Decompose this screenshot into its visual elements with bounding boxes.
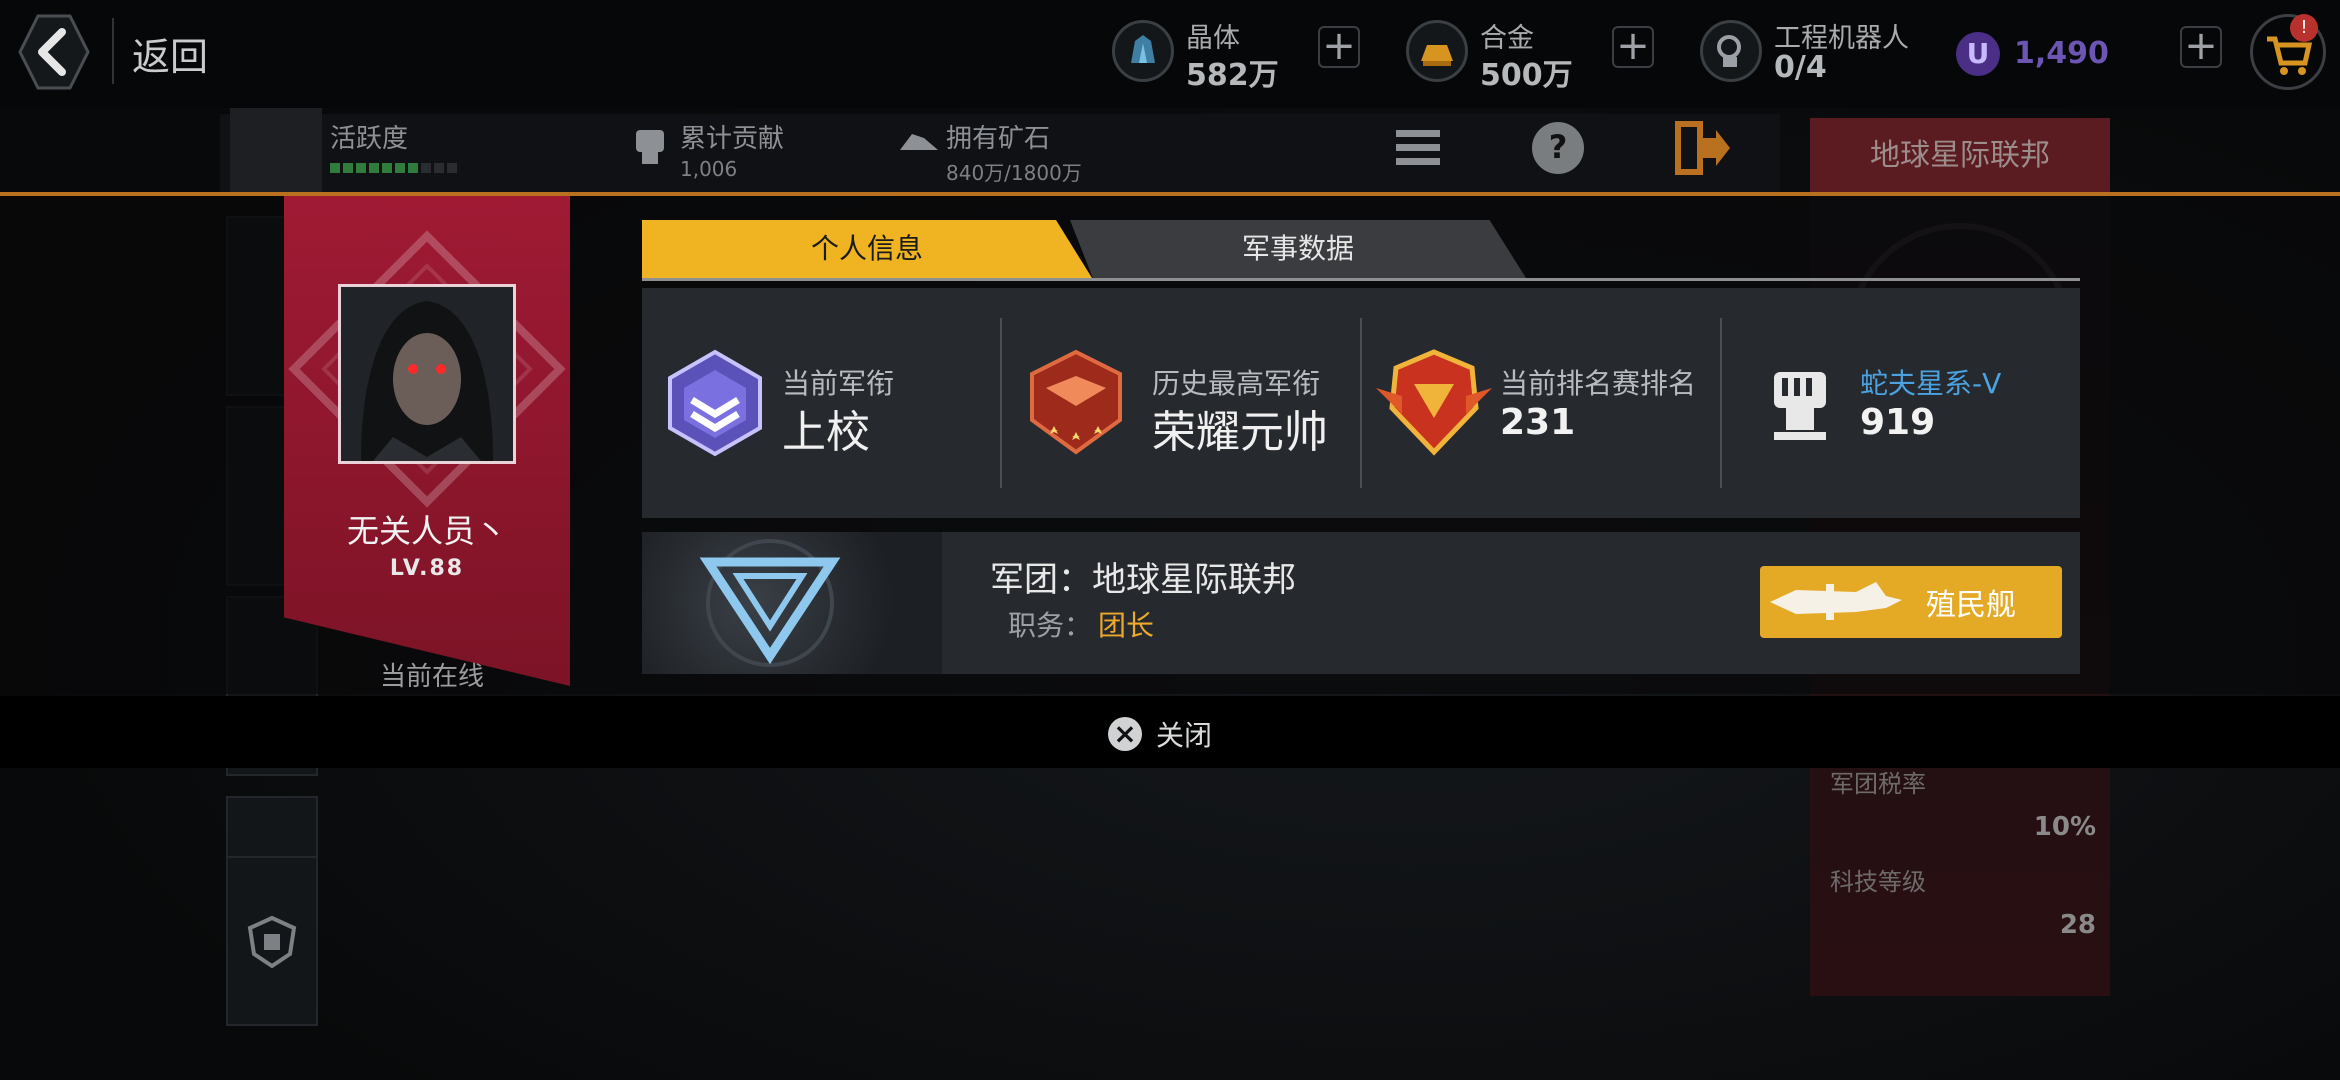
back-label[interactable]: 返回 bbox=[132, 26, 208, 81]
galaxy-label: 蛇夫星系-V bbox=[1860, 367, 2002, 400]
close-icon: × bbox=[1108, 717, 1142, 751]
tab-personal-info[interactable]: 个人信息 bbox=[642, 220, 1092, 278]
add-crystal-button[interactable]: + bbox=[1318, 26, 1360, 68]
marshal-rank-icon bbox=[1030, 349, 1122, 455]
close-label: 关闭 bbox=[1156, 719, 1213, 752]
contribution-stat: 累计贡献 1,006 bbox=[680, 118, 784, 181]
divider bbox=[112, 18, 114, 84]
ore-stat: 拥有矿石 840万/1800万 bbox=[946, 118, 1082, 186]
stats-panel: 当前军衔 上校 历史最高军衔 荣耀元帅 当前排名赛排名 231 蛇夫星系-V 9… bbox=[642, 288, 2080, 518]
exit-icon[interactable] bbox=[1672, 120, 1732, 180]
alloy-icon bbox=[1406, 20, 1468, 82]
u-coin-icon: U bbox=[1956, 32, 2000, 76]
tech-label: 科技等级 bbox=[1830, 868, 1926, 896]
help-icon[interactable]: ? bbox=[1530, 120, 1590, 180]
ore-label: 拥有矿石 bbox=[946, 124, 1051, 154]
player-level: LV.88 bbox=[389, 556, 465, 581]
fist-trophy-icon bbox=[1774, 372, 1826, 440]
colony-ship-button[interactable]: 殖民舰 bbox=[1760, 566, 2062, 638]
tax-value: 10% bbox=[2033, 812, 2096, 842]
union-subbar: 活跃度 累计贡献 1,006 拥有矿石 840万/1800万 ? bbox=[220, 108, 1780, 192]
union-triangle-icon bbox=[699, 539, 841, 667]
crystal-value: 582万 bbox=[1186, 58, 1279, 93]
alloy-value: 500万 bbox=[1480, 58, 1573, 93]
highest-rank-stat: 历史最高军衔 荣耀元帅 bbox=[1002, 288, 1362, 518]
tax-label: 军团税率 bbox=[1830, 770, 1926, 798]
resource-alloy: 合金 500万 bbox=[1406, 14, 1576, 94]
role-value: 团长 bbox=[1098, 609, 1155, 642]
current-rank-value: 上校 bbox=[782, 407, 870, 458]
arena-rank-stat: 当前排名赛排名 231 bbox=[1362, 288, 1722, 518]
left-tab[interactable] bbox=[226, 856, 318, 1026]
svg-text:?: ? bbox=[1549, 128, 1568, 166]
resource-crystal: 晶体 582万 bbox=[1112, 14, 1282, 94]
notification-badge: ! bbox=[2290, 14, 2318, 42]
colony-ship-icon bbox=[1770, 582, 1902, 620]
mini-avatar bbox=[230, 108, 322, 192]
u-coin-value: 1,490 bbox=[2014, 36, 2109, 71]
tech-value: 28 bbox=[2059, 910, 2096, 940]
resource-robot: 工程机器人 0/4 bbox=[1700, 14, 1930, 94]
top-bar: 返回 晶体 582万 + 合金 500万 + 工程机器人 0/4 U 1,490… bbox=[0, 0, 2340, 108]
shield-fist-icon bbox=[247, 915, 297, 969]
galaxy-value: 919 bbox=[1860, 402, 1936, 443]
robot-icon bbox=[1700, 20, 1762, 82]
union-tab[interactable]: 地球星际联邦 bbox=[1810, 118, 2110, 194]
tab-military-data[interactable]: 军事数据 bbox=[1070, 220, 1526, 278]
activity-stat: 活跃度 bbox=[330, 118, 457, 173]
union-name: 军团：地球星际联邦 bbox=[990, 560, 1296, 600]
player-avatar[interactable] bbox=[338, 284, 516, 464]
back-arrow-icon bbox=[18, 14, 90, 90]
close-button[interactable]: × 关闭 bbox=[1108, 716, 1212, 752]
role-label: 职务： bbox=[1008, 609, 1093, 642]
add-currency-button[interactable]: + bbox=[2180, 26, 2222, 68]
robot-value: 0/4 bbox=[1774, 50, 1827, 85]
ore-value: 840万/1800万 bbox=[946, 161, 1082, 185]
current-rank-stat: 当前军衔 上校 bbox=[642, 288, 1002, 518]
colony-ship-label: 殖民舰 bbox=[1926, 588, 2016, 623]
hooded-figure-icon bbox=[341, 287, 513, 461]
contribution-value: 1,006 bbox=[680, 157, 738, 181]
arena-rank-label: 当前排名赛排名 bbox=[1500, 367, 1697, 400]
add-alloy-button[interactable]: + bbox=[1612, 26, 1654, 68]
back-button[interactable] bbox=[16, 12, 92, 92]
crystal-icon bbox=[1112, 20, 1174, 82]
player-name: 无关人员丶 bbox=[346, 512, 507, 550]
union-panel: 军团：地球星际联邦 职务： 团长 殖民舰 bbox=[642, 532, 2080, 674]
contribution-label: 累计贡献 bbox=[680, 124, 785, 154]
list-icon[interactable] bbox=[1390, 120, 1450, 180]
union-background-art bbox=[642, 532, 942, 674]
arena-rank-value: 231 bbox=[1500, 402, 1576, 443]
colonel-rank-icon bbox=[668, 349, 762, 457]
tab-underline bbox=[642, 278, 2080, 281]
highest-rank-value: 荣耀元帅 bbox=[1152, 407, 1328, 458]
activity-bar bbox=[330, 163, 457, 173]
online-status: 当前在线 bbox=[379, 662, 484, 692]
arena-rank-icon bbox=[1376, 349, 1492, 456]
galaxy-stat: 蛇夫星系-V 919 bbox=[1722, 288, 2080, 518]
activity-label: 活跃度 bbox=[330, 124, 409, 154]
